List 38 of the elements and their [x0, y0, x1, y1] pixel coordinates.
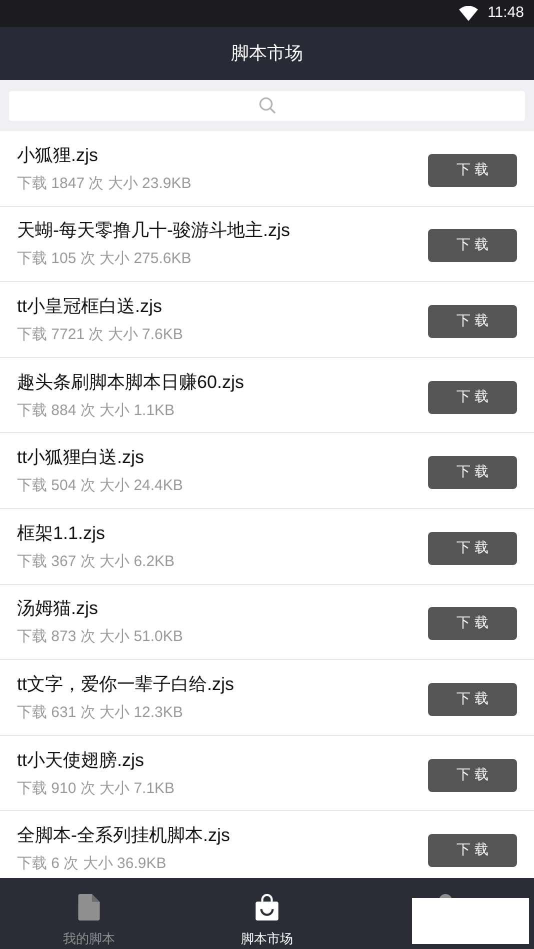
script-name: 天蝴-每天零撸几十-骏游斗地主.zjs [17, 219, 291, 242]
clock-time: 11:48 [488, 3, 524, 24]
script-name: tt小狐狸白送.zjs [17, 446, 146, 468]
script-name: tt小天使翅膀.zjs [17, 748, 146, 771]
script-name: 趣头条刷脚本脚本日赚60.zjs [17, 370, 246, 393]
download-info: 下载 884 次 大小 1.1KB [17, 402, 176, 420]
search-icon [258, 97, 276, 114]
download-info: 下载 7721 次 大小 7.6KB [17, 326, 184, 344]
download-info: 下载 105 次 大小 275.6KB [17, 250, 192, 268]
download-info: 下载 910 次 大小 7.1KB [17, 780, 176, 798]
wifi-icon [458, 6, 478, 21]
download-button[interactable]: 下 载 [428, 834, 517, 868]
download-button[interactable]: 下 载 [428, 229, 517, 262]
script-name: 小狐狸.zjs [17, 144, 99, 166]
script-name: tt小皇冠框白送.zjs [17, 294, 164, 317]
page-title: 脚本市场 [231, 42, 303, 66]
script-name: 汤姆猫.zjs [17, 597, 99, 620]
shopping-bag-icon [255, 894, 279, 920]
download-info: 下载 504 次 大小 24.4KB [17, 477, 184, 496]
nav-tab[interactable]: 我的脚本 [0, 878, 178, 949]
download-info: 下载 367 次 大小 6.2KB [17, 552, 176, 571]
document-icon [78, 894, 100, 920]
download-button[interactable]: 下 载 [428, 682, 517, 716]
download-button[interactable]: 下 载 [428, 304, 517, 338]
download-button[interactable]: 下 载 [428, 607, 517, 640]
download-button[interactable]: 下 载 [428, 758, 517, 792]
download-button[interactable]: 下 载 [428, 380, 517, 414]
download-button[interactable]: 下 载 [428, 154, 517, 187]
download-info: 下载 873 次 大小 51.0KB [17, 628, 184, 646]
download-info: 下载 6 次 大小 36.9KB [17, 855, 168, 874]
script-name: 框架1.1.zjs [17, 522, 106, 544]
script-name: 全脚本-全系列挂机脚本.zjs [17, 824, 231, 846]
search-field[interactable] [9, 90, 525, 120]
script-name: tt文字，爱你一辈子白给.zjs [17, 672, 236, 695]
download-info: 下载 1847 次 大小 23.9KB [17, 174, 192, 193]
download-button[interactable]: 下 载 [428, 456, 517, 490]
download-button[interactable]: 下 载 [428, 532, 517, 565]
download-info: 下载 631 次 大小 12.3KB [17, 704, 184, 722]
